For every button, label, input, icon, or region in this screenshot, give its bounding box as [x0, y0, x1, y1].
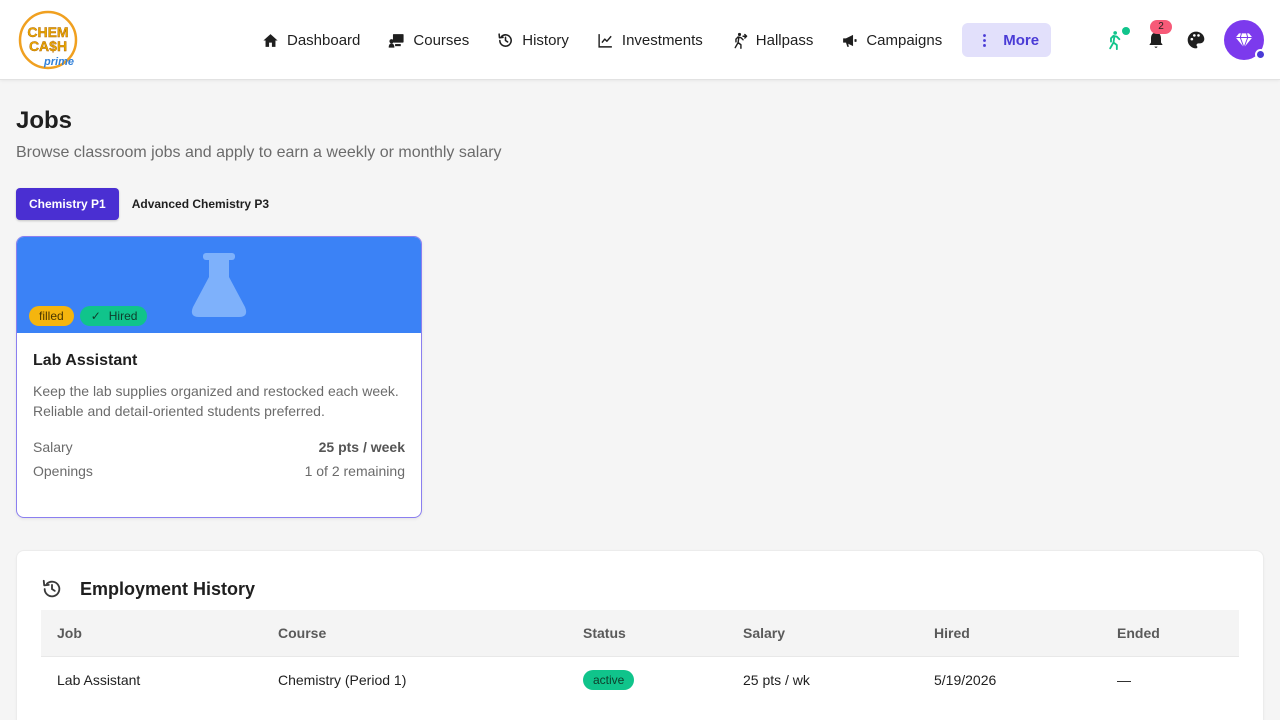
nav-history[interactable]: History	[489, 23, 577, 57]
cell-hired: 5/19/2026	[918, 655, 1101, 704]
table-header-row: Job Course Status Salary Hired Ended	[41, 610, 1239, 656]
status-badge: active	[583, 670, 635, 691]
nav-actions: 2	[1104, 20, 1266, 60]
job-description: Keep the lab supplies organized and rest…	[33, 383, 399, 419]
employment-history-title: Employment History	[80, 578, 256, 599]
online-indicator	[1122, 27, 1130, 35]
cell-ended: —	[1101, 655, 1239, 704]
svg-text:prime: prime	[43, 56, 74, 68]
filled-badge: filled	[29, 306, 74, 326]
cell-salary: 25 pts / wk	[727, 655, 918, 704]
nav-campaigns[interactable]: Campaigns	[833, 23, 950, 57]
chart-line-icon	[598, 33, 612, 48]
megaphone-icon	[843, 34, 857, 47]
hallpass-status-button[interactable]	[1104, 27, 1130, 52]
column-header-job: Job	[41, 610, 262, 656]
tab-chemistry-p1[interactable]: Chemistry P1	[16, 188, 119, 220]
nav-more-label: More	[1003, 31, 1040, 49]
salary-label: Salary	[33, 439, 73, 455]
nav-courses[interactable]: Courses	[380, 23, 477, 57]
openings-value: 1 of 2 remaining	[304, 463, 405, 479]
home-icon	[263, 33, 278, 47]
svg-text:CA$H: CA$H	[29, 38, 67, 54]
cell-job: Lab Assistant	[41, 655, 262, 704]
column-header-ended: Ended	[1101, 610, 1239, 656]
cell-status: active	[567, 655, 727, 704]
palette-icon	[1187, 31, 1205, 49]
cell-course: Chemistry (Period 1)	[262, 655, 567, 704]
page-title: Jobs	[16, 107, 73, 134]
main-nav: Dashboard Courses History Investments Ha…	[254, 23, 1052, 57]
column-header-salary: Salary	[727, 610, 918, 656]
job-badges: filled ✓ Hired	[29, 306, 153, 326]
courses-icon	[389, 33, 404, 48]
avatar-status-dot	[1255, 49, 1266, 60]
nav-dashboard-label: Dashboard	[287, 31, 361, 49]
hired-badge-label: Hired	[108, 309, 138, 323]
walking-person-icon	[734, 32, 748, 49]
top-navbar: CHEM CA$H prime Dashboard Courses Histor…	[0, 0, 1280, 80]
job-card-banner: filled ✓ Hired	[17, 237, 421, 333]
openings-label: Openings	[33, 463, 93, 479]
nav-more[interactable]: More	[962, 23, 1052, 57]
salary-value: 25 pts / week	[318, 439, 405, 455]
job-card[interactable]: filled ✓ Hired Lab Assistant Keep the lab…	[16, 236, 422, 518]
course-tabs: Chemistry P1 Advanced Chemistry P3	[16, 188, 282, 220]
hired-badge: ✓ Hired	[79, 306, 148, 326]
history-icon	[42, 579, 61, 598]
vertical-dots-icon	[983, 33, 987, 47]
notifications-button[interactable]: 2	[1144, 20, 1172, 52]
theme-button[interactable]	[1184, 28, 1208, 52]
page-subtitle: Browse classroom jobs and apply to earn …	[16, 144, 502, 161]
nav-hallpass[interactable]: Hallpass	[723, 23, 822, 57]
employment-history-table: Job Course Status Salary Hired Ended Lab…	[41, 610, 1239, 704]
nav-investments-label: Investments	[621, 31, 703, 49]
tab-advanced-chemistry-p3[interactable]: Advanced Chemistry P3	[119, 188, 282, 220]
nav-investments[interactable]: Investments	[589, 23, 711, 57]
column-header-hired: Hired	[918, 610, 1101, 656]
job-openings-row: Openings 1 of 2 remaining	[33, 463, 405, 479]
user-avatar[interactable]	[1224, 20, 1266, 60]
chem-cash-logo[interactable]: CHEM CA$H prime	[18, 10, 80, 72]
nav-history-label: History	[522, 31, 569, 49]
column-header-course: Course	[262, 610, 567, 656]
column-header-status: Status	[567, 610, 727, 656]
nav-campaigns-label: Campaigns	[866, 31, 943, 49]
job-title: Lab Assistant	[33, 352, 138, 369]
nav-hallpass-label: Hallpass	[755, 31, 814, 49]
diamond-icon	[1235, 33, 1253, 49]
check-icon: ✓	[90, 309, 101, 323]
nav-dashboard[interactable]: Dashboard	[254, 23, 368, 57]
job-salary-row: Salary 25 pts / week	[33, 439, 405, 455]
notification-count-badge: 2	[1150, 20, 1172, 34]
employment-history-header: Employment History	[41, 578, 255, 600]
history-icon	[498, 32, 513, 47]
table-row: Lab Assistant Chemistry (Period 1) activ…	[41, 655, 1239, 704]
flask-icon	[191, 253, 247, 317]
employment-history-panel: Employment History Job Course Status Sal…	[16, 550, 1264, 720]
nav-courses-label: Courses	[413, 31, 470, 49]
